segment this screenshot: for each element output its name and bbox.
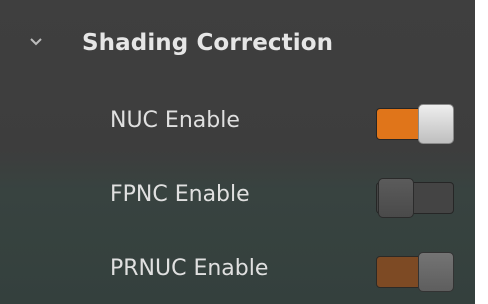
setting-row-fpnc: FPNC Enable: [0, 172, 475, 222]
section-title: Shading Correction: [82, 30, 334, 56]
fpnc-enable-toggle[interactable]: [376, 178, 456, 218]
toggle-knob: [418, 252, 454, 292]
nuc-enable-label: NUC Enable: [110, 108, 240, 133]
toggle-knob: [378, 178, 414, 218]
nuc-enable-toggle[interactable]: [376, 104, 456, 144]
setting-row-nuc: NUC Enable: [0, 98, 475, 148]
window-edge: [475, 0, 488, 304]
toggle-knob: [418, 104, 454, 144]
prnuc-enable-label: PRNUC Enable: [110, 256, 269, 281]
chevron-down-icon[interactable]: [28, 34, 44, 50]
shading-correction-panel: Shading Correction NUC Enable FPNC Enabl…: [0, 0, 475, 304]
section-header[interactable]: Shading Correction: [0, 22, 475, 66]
setting-row-prnuc: PRNUC Enable: [0, 246, 475, 296]
fpnc-enable-label: FPNC Enable: [110, 182, 250, 207]
prnuc-enable-toggle[interactable]: [376, 252, 456, 292]
